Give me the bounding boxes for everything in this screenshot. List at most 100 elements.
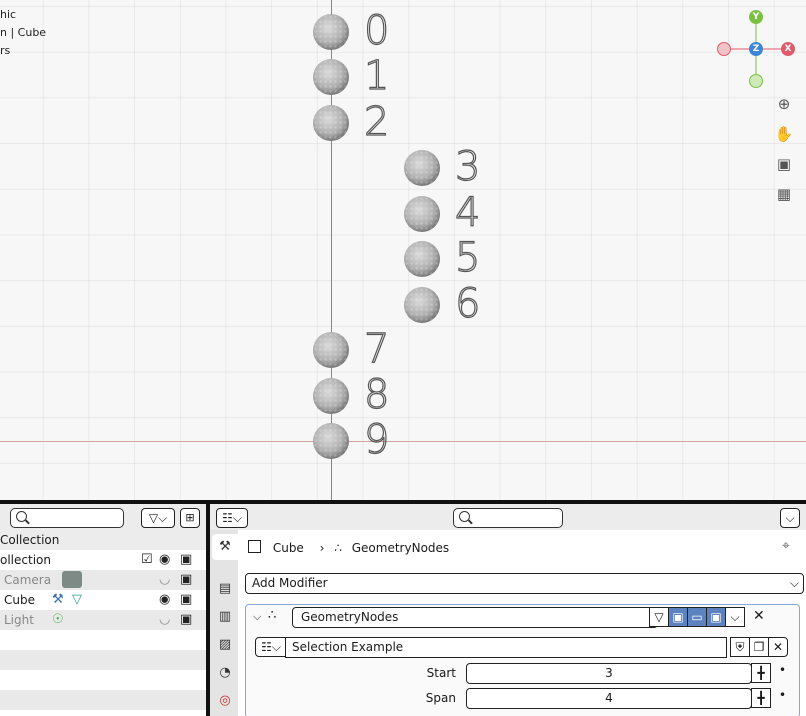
tab-tool[interactable]: ⚒	[212, 534, 238, 560]
modifier-extra-dropdown[interactable]: ⌵	[725, 607, 745, 627]
cube-row[interactable]: Cube ⚒ ▽ ◉ ▣	[0, 590, 206, 610]
node-group-name: Selection Example	[292, 640, 404, 654]
span-value: 4	[605, 691, 613, 705]
gizmo-neg-x-axis[interactable]	[717, 42, 731, 56]
show-viewport-toggle[interactable]: ▭	[687, 607, 707, 627]
3d-viewport[interactable]: hic n | Cube rs 0 1 2 3 4 5 6 7 8 9 Y Z …	[0, 0, 806, 500]
camera-icon[interactable]: ▣	[773, 153, 795, 175]
sphere-4[interactable]	[404, 196, 440, 232]
index-label-7: 7	[363, 326, 390, 372]
fake-user-shield-icon[interactable]: ⛨	[730, 637, 750, 657]
chevron-down-icon: ⌵	[789, 576, 799, 590]
span-input[interactable]: 4	[466, 688, 752, 709]
filter-dropdown[interactable]: ▽⌵	[141, 508, 175, 528]
options-dropdown[interactable]: ⌵	[780, 508, 800, 528]
grid-icon[interactable]: ▦	[773, 183, 795, 205]
gizmo-z-axis[interactable]: Z	[749, 42, 763, 56]
tab-output[interactable]: ▥	[212, 604, 238, 630]
eye-hidden-icon[interactable]: ◡	[159, 610, 170, 630]
tab-render[interactable]: ▤	[212, 576, 238, 602]
tab-world[interactable]: ◎	[212, 688, 238, 714]
camera-data-icon[interactable]	[62, 571, 82, 588]
index-label-3: 3	[454, 144, 481, 190]
wrench-icon[interactable]: ⚒	[52, 590, 64, 610]
unlink-node-group-icon[interactable]: ✕	[768, 637, 788, 657]
span-input-socket-icon[interactable]: ╋	[751, 688, 771, 708]
collapse-chevron-icon[interactable]: ⌵	[253, 610, 261, 624]
start-input[interactable]: 3	[466, 663, 752, 684]
index-label-6: 6	[454, 281, 481, 327]
camera-label: Camera	[4, 573, 52, 587]
show-render-toggle[interactable]: ▣	[706, 607, 726, 627]
sphere-9[interactable]	[313, 423, 349, 459]
breadcrumb-object: Cube	[272, 541, 304, 555]
render-camera-icon[interactable]: ▣	[180, 590, 192, 610]
editor-type-dropdown[interactable]: ☷⌵	[216, 508, 248, 528]
render-camera-icon[interactable]: ▣	[180, 610, 192, 630]
hand-icon[interactable]: ✋	[773, 123, 795, 145]
sphere-8[interactable]	[313, 378, 349, 414]
index-label-2: 2	[363, 99, 390, 145]
show-in-editmode-toggle[interactable]: ▣	[668, 607, 688, 627]
breadcrumb-modifier: GeometryNodes	[351, 541, 450, 555]
new-collection-button[interactable]: ⊞	[180, 508, 200, 528]
index-label-0: 0	[363, 8, 390, 54]
gizmo-neg-y-axis[interactable]	[749, 74, 763, 88]
start-keyframe-dot-icon[interactable]: •	[779, 663, 786, 677]
scene-collection-row[interactable]: Collection	[0, 530, 206, 550]
sphere-5[interactable]	[404, 241, 440, 277]
index-label-5: 5	[454, 235, 481, 281]
span-keyframe-dot-icon[interactable]: •	[779, 688, 786, 702]
eye-hidden-icon[interactable]: ◡	[159, 570, 170, 590]
sphere-2[interactable]	[313, 105, 349, 141]
gizmo-x-axis[interactable]: X	[781, 42, 795, 56]
tab-view-layer[interactable]: ▨	[212, 632, 238, 658]
properties-header: ☷⌵ ⌵	[210, 504, 806, 530]
eye-icon[interactable]: ◉	[159, 550, 170, 570]
sphere-6[interactable]	[404, 287, 440, 323]
gizmo-y-axis[interactable]: Y	[749, 10, 763, 24]
empty-row	[0, 690, 206, 710]
checkbox-icon[interactable]: ☑	[141, 550, 153, 570]
light-data-icon[interactable]: ☉	[52, 610, 64, 630]
modifier-name-field[interactable]: GeometryNodes	[292, 607, 658, 628]
collection-row[interactable]: ollection ☑ ◉ ▣	[0, 550, 206, 570]
outliner-search-input[interactable]	[10, 508, 124, 528]
edit-mode-toggle[interactable]: ▽	[649, 607, 669, 627]
add-modifier-label: Add Modifier	[252, 576, 328, 590]
pin-icon[interactable]: ⌖	[782, 538, 790, 554]
start-value: 3	[605, 666, 613, 680]
sphere-7[interactable]	[313, 332, 349, 368]
collection-label: ollection	[0, 553, 51, 567]
sphere-3[interactable]	[404, 150, 440, 186]
eye-icon[interactable]: ◉	[159, 590, 170, 610]
sphere-0[interactable]	[313, 14, 349, 50]
mesh-data-icon[interactable]: ▽	[72, 590, 82, 610]
light-row[interactable]: Light ☉ ◡ ▣	[0, 610, 206, 630]
outliner-header: ▽⌵ ⊞	[0, 504, 206, 530]
navigation-gizmo[interactable]: Y Z X	[714, 8, 798, 92]
index-label-4: 4	[454, 190, 481, 236]
empty-row	[0, 650, 206, 670]
geometry-nodes-icon: ∴	[334, 541, 342, 555]
duplicate-node-group-icon[interactable]: ❐	[749, 637, 769, 657]
node-group-field[interactable]: Selection Example	[285, 637, 727, 658]
add-modifier-button[interactable]: Add Modifier ⌵	[245, 573, 804, 594]
index-label-1: 1	[363, 53, 390, 99]
modifier-panel: ⌵ ∴ GeometryNodes ▽ ▣ ▭ ▣ ⌵ ✕ ☷⌵ Selecti…	[245, 604, 800, 716]
camera-row[interactable]: Camera ◡ ▣	[0, 570, 206, 590]
scene-collection-label: Collection	[0, 533, 60, 547]
breadcrumb: Cube › ∴ GeometryNodes	[248, 538, 449, 558]
viewport-info-line-2: n | Cube	[0, 26, 47, 39]
render-camera-icon[interactable]: ▣	[180, 570, 192, 590]
properties-search-input[interactable]	[453, 508, 563, 528]
x-axis-line	[0, 441, 806, 442]
render-camera-icon[interactable]: ▣	[180, 550, 192, 570]
sphere-1[interactable]	[313, 59, 349, 95]
start-input-socket-icon[interactable]: ╋	[751, 663, 771, 683]
tab-scene[interactable]: ◔	[212, 660, 238, 686]
remove-modifier-icon[interactable]: ✕	[753, 608, 765, 624]
zoom-icon[interactable]: ⊕	[773, 93, 795, 115]
properties-panel: ☷⌵ ⌵ ⚒ ▤ ▥ ▨ ◔ ◎ Cube › ∴ GeometryNodes …	[210, 504, 806, 716]
node-group-browse-dropdown[interactable]: ☷⌵	[255, 637, 287, 657]
